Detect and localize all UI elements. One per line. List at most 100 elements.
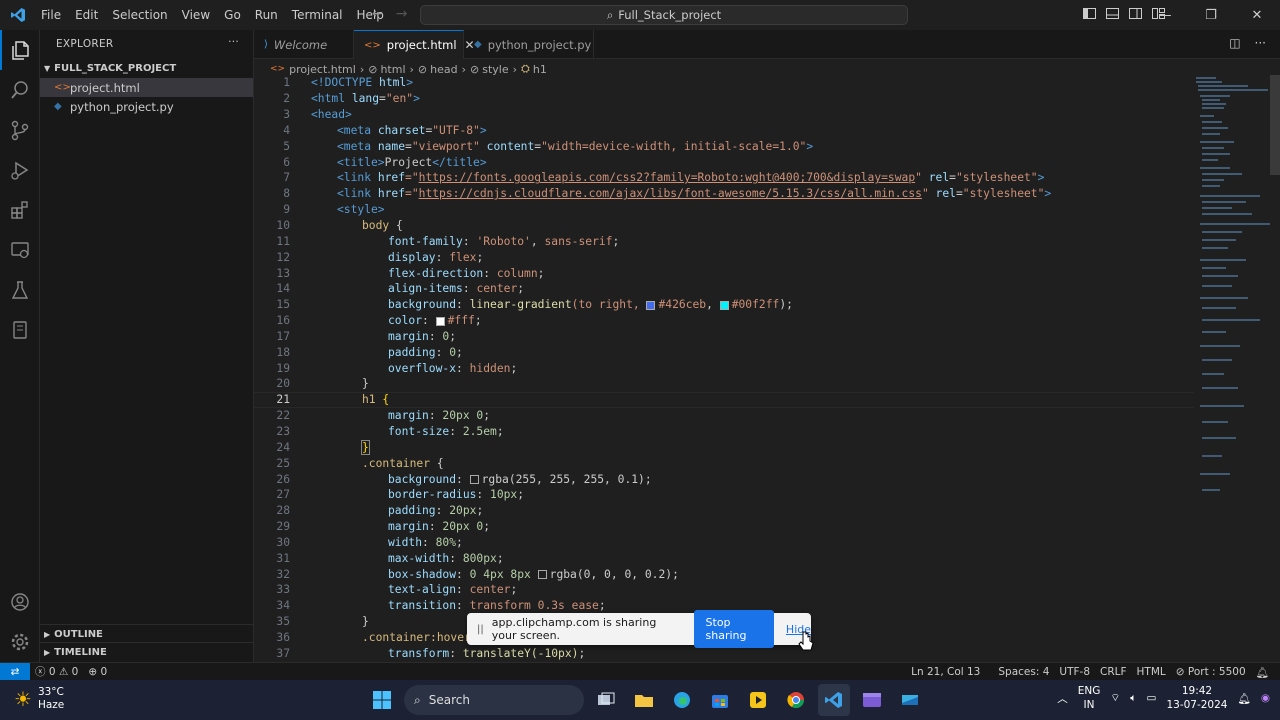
breadcrumb-item[interactable]: html xyxy=(380,63,405,76)
notification-bell-icon[interactable]: 🔔︎ xyxy=(1237,692,1250,705)
encoding[interactable]: UTF-8 xyxy=(1054,666,1095,678)
color-swatch-shadow[interactable] xyxy=(537,570,547,580)
breadcrumb-item[interactable]: project.html xyxy=(289,63,356,76)
color-swatch-white[interactable] xyxy=(435,316,445,326)
line-ending[interactable]: CRLF xyxy=(1095,666,1132,678)
notifications-bell-icon[interactable]: 🔔︎ xyxy=(1251,666,1274,679)
code-editor[interactable]: 1 <!DOCTYPE html> 2 <html lang="en"> 3 <hea… xyxy=(254,75,1194,661)
remote-indicator-icon[interactable]: ⇄ xyxy=(0,662,30,681)
tab-welcome[interactable]: ⟩ Welcome xyxy=(254,30,354,59)
language-mode[interactable]: HTML xyxy=(1132,666,1171,678)
taskbar-search[interactable]: ⌕ Search xyxy=(404,685,584,715)
menu-terminal[interactable]: Terminal xyxy=(285,0,350,30)
run-debug-icon[interactable] xyxy=(0,150,40,190)
volume-icon[interactable]: 🔈︎ xyxy=(1130,692,1136,705)
restore-icon[interactable]: ❐ xyxy=(1188,0,1234,30)
color-swatch-translucent[interactable] xyxy=(469,475,479,485)
settings-gear-icon[interactable] xyxy=(0,622,40,662)
mouse-cursor-icon xyxy=(798,630,814,655)
toggle-primary-sidebar-icon[interactable] xyxy=(1082,6,1097,21)
indentation[interactable]: Spaces: 4 xyxy=(993,666,1054,678)
code-link[interactable]: https://cdnjs.cloudflare.com/ajax/libs/f… xyxy=(419,187,922,200)
clock[interactable]: 19:42 13-07-2024 xyxy=(1166,684,1227,712)
system-tray: ︿ ENG IN ⌔ 🔈︎ ▭ 19:42 13-07-2024 🔔︎ ◉ xyxy=(1057,684,1270,712)
command-center-search[interactable]: ⌕ Full_Stack_project xyxy=(420,5,908,25)
file-explorer-icon[interactable] xyxy=(628,684,660,716)
close-icon[interactable]: ✕ xyxy=(1234,0,1280,30)
windows-start-icon[interactable] xyxy=(366,684,398,716)
extensions-icon[interactable] xyxy=(0,190,40,230)
search-icon: ⌕ xyxy=(414,692,421,707)
minimap[interactable] xyxy=(1190,75,1270,505)
more-actions-icon[interactable]: ··· xyxy=(228,36,239,48)
file-project-html[interactable]: <> project.html xyxy=(40,78,253,97)
menu-file[interactable]: File xyxy=(34,0,68,30)
edge-browser-icon[interactable] xyxy=(666,684,698,716)
vscode-taskbar-icon[interactable] xyxy=(818,684,850,716)
menu-view[interactable]: View xyxy=(175,0,217,30)
code-line: 13 flex-direction: column; xyxy=(276,266,545,280)
back-arrow-icon[interactable]: ← xyxy=(372,6,384,22)
language-indicator[interactable]: ENG IN xyxy=(1078,684,1101,712)
more-actions-icon[interactable]: ··· xyxy=(1255,36,1266,50)
file-python-project[interactable]: ◆ python_project.py xyxy=(40,97,253,116)
vscode-logo-icon xyxy=(4,0,32,30)
source-control-icon[interactable] xyxy=(0,110,40,150)
notebook-icon[interactable] xyxy=(0,310,40,350)
ports-indicator[interactable]: ⊕ 0 xyxy=(83,666,112,678)
color-swatch-blue[interactable] xyxy=(646,300,656,310)
color-swatch-cyan[interactable] xyxy=(719,300,729,310)
chrome-icon[interactable] xyxy=(780,684,812,716)
minimize-icon[interactable]: — xyxy=(1142,0,1188,30)
stop-sharing-button[interactable]: Stop sharing xyxy=(693,610,774,648)
chevron-up-icon[interactable]: ︿ xyxy=(1057,691,1068,706)
clipchamp-icon[interactable] xyxy=(856,684,888,716)
live-server-port[interactable]: ⊘ Port : 5500 xyxy=(1171,666,1251,678)
accounts-icon[interactable] xyxy=(0,582,40,622)
warning-icon: ⚠ xyxy=(58,666,69,678)
timeline-section[interactable]: ▶ TIMELINE xyxy=(40,642,254,662)
menu-selection[interactable]: Selection xyxy=(105,0,174,30)
tab-python-project[interactable]: ◆ python_project.py xyxy=(464,30,594,59)
explorer-sidebar: EXPLORER ··· ▼ FULL_STACK_PROJECT <> pro… xyxy=(40,30,254,662)
chevron-down-icon: ▼ xyxy=(44,63,51,73)
problems-indicator[interactable]: ⓧ 0 ⚠ 0 xyxy=(30,664,83,679)
search-icon: ⌕ xyxy=(606,7,614,22)
app-icon[interactable] xyxy=(894,684,926,716)
date: 13-07-2024 xyxy=(1166,699,1228,711)
cursor-position[interactable]: Ln 21, Col 13 xyxy=(906,666,985,678)
wifi-icon[interactable]: ⌔ xyxy=(1110,691,1120,705)
battery-icon[interactable]: ▭ xyxy=(1147,692,1157,704)
symbol-icon: ⛭ xyxy=(521,62,530,75)
code-line: 17 margin: 0; xyxy=(276,329,457,343)
breadcrumb-item[interactable]: head xyxy=(430,63,457,76)
menu-edit[interactable]: Edit xyxy=(68,0,105,30)
tab-project-html[interactable]: <> project.html ✕ xyxy=(354,30,475,59)
search-icon[interactable] xyxy=(0,70,40,110)
code-line: 32 box-shadow: 0 4px 8px rgba(0, 0, 0, 0.… xyxy=(276,567,679,581)
drag-handle-icon[interactable]: || xyxy=(477,624,484,635)
weather-widget[interactable]: ☀ 33°C Haze xyxy=(14,686,64,712)
tab-label: Welcome xyxy=(273,37,328,52)
vertical-scrollbar[interactable] xyxy=(1270,75,1280,175)
explorer-icon[interactable] xyxy=(0,30,40,70)
project-folder[interactable]: ▼ FULL_STACK_PROJECT xyxy=(40,58,253,78)
remote-explorer-icon[interactable] xyxy=(0,230,40,270)
menu-run[interactable]: Run xyxy=(248,0,285,30)
forward-arrow-icon[interactable]: → xyxy=(396,6,408,22)
task-view-icon[interactable] xyxy=(590,684,622,716)
split-editor-icon[interactable]: ◫ xyxy=(1229,36,1240,50)
chevron-right-icon: ▶ xyxy=(44,630,51,639)
media-player-icon[interactable] xyxy=(742,684,774,716)
outline-section[interactable]: ▶ OUTLINE xyxy=(40,624,254,644)
breadcrumb-item[interactable]: style xyxy=(482,63,508,76)
toggle-secondary-sidebar-icon[interactable] xyxy=(1128,6,1143,21)
store-icon[interactable] xyxy=(704,684,736,716)
menu-go[interactable]: Go xyxy=(217,0,248,30)
code-link[interactable]: https://fonts.googleapis.com/css2?family… xyxy=(419,171,916,184)
toggle-panel-icon[interactable] xyxy=(1105,6,1120,21)
testing-icon[interactable] xyxy=(0,270,40,310)
breadcrumb-item[interactable]: h1 xyxy=(533,63,547,76)
copilot-icon[interactable]: ◉ xyxy=(1261,692,1270,704)
menu-bar: File Edit Selection View Go Run Terminal… xyxy=(34,0,391,30)
